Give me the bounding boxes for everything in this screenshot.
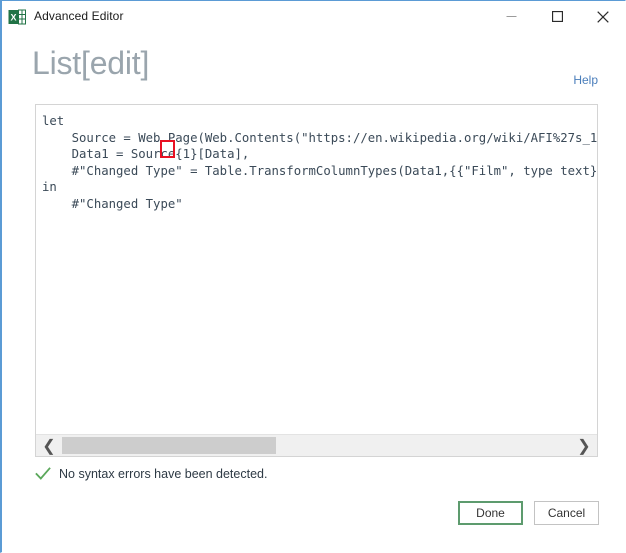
maximize-button[interactable] — [534, 1, 580, 32]
excel-icon: X — [8, 8, 26, 26]
query-code-panel: let Source = Web.Page(Web.Contents("http… — [35, 104, 598, 457]
status-message: No syntax errors have been detected. — [59, 467, 268, 481]
page-header: List[edit] Help — [2, 45, 625, 93]
cancel-button[interactable]: Cancel — [534, 501, 599, 525]
syntax-status: No syntax errors have been detected. — [35, 464, 267, 484]
minimize-button[interactable] — [488, 1, 534, 32]
advanced-editor-window: X Advanced Editor List[edit] Help let So… — [0, 0, 626, 553]
window-title: Advanced Editor — [34, 9, 124, 23]
minimize-icon — [506, 16, 516, 17]
checkmark-icon — [35, 466, 51, 482]
scrollbar-thumb[interactable] — [62, 437, 276, 454]
maximize-icon — [551, 11, 563, 22]
page-title: List[edit] — [32, 45, 150, 81]
code-text: let Source = Web.Page(Web.Contents("http… — [42, 114, 597, 211]
dialog-footer: Done Cancel — [458, 501, 599, 525]
code-editor[interactable]: let Source = Web.Page(Web.Contents("http… — [36, 105, 597, 434]
title-bar: X Advanced Editor — [2, 1, 625, 32]
help-link[interactable]: Help — [573, 73, 598, 87]
svg-text:X: X — [10, 12, 16, 22]
horizontal-scrollbar[interactable]: ❮ ❯ — [36, 434, 597, 456]
window-controls — [488, 1, 625, 32]
scrollbar-track[interactable] — [62, 435, 571, 456]
close-button[interactable] — [580, 1, 625, 32]
scroll-right-arrow-icon[interactable]: ❯ — [571, 435, 597, 456]
close-icon — [597, 10, 609, 23]
done-button[interactable]: Done — [458, 501, 523, 525]
scroll-left-arrow-icon[interactable]: ❮ — [36, 435, 62, 456]
